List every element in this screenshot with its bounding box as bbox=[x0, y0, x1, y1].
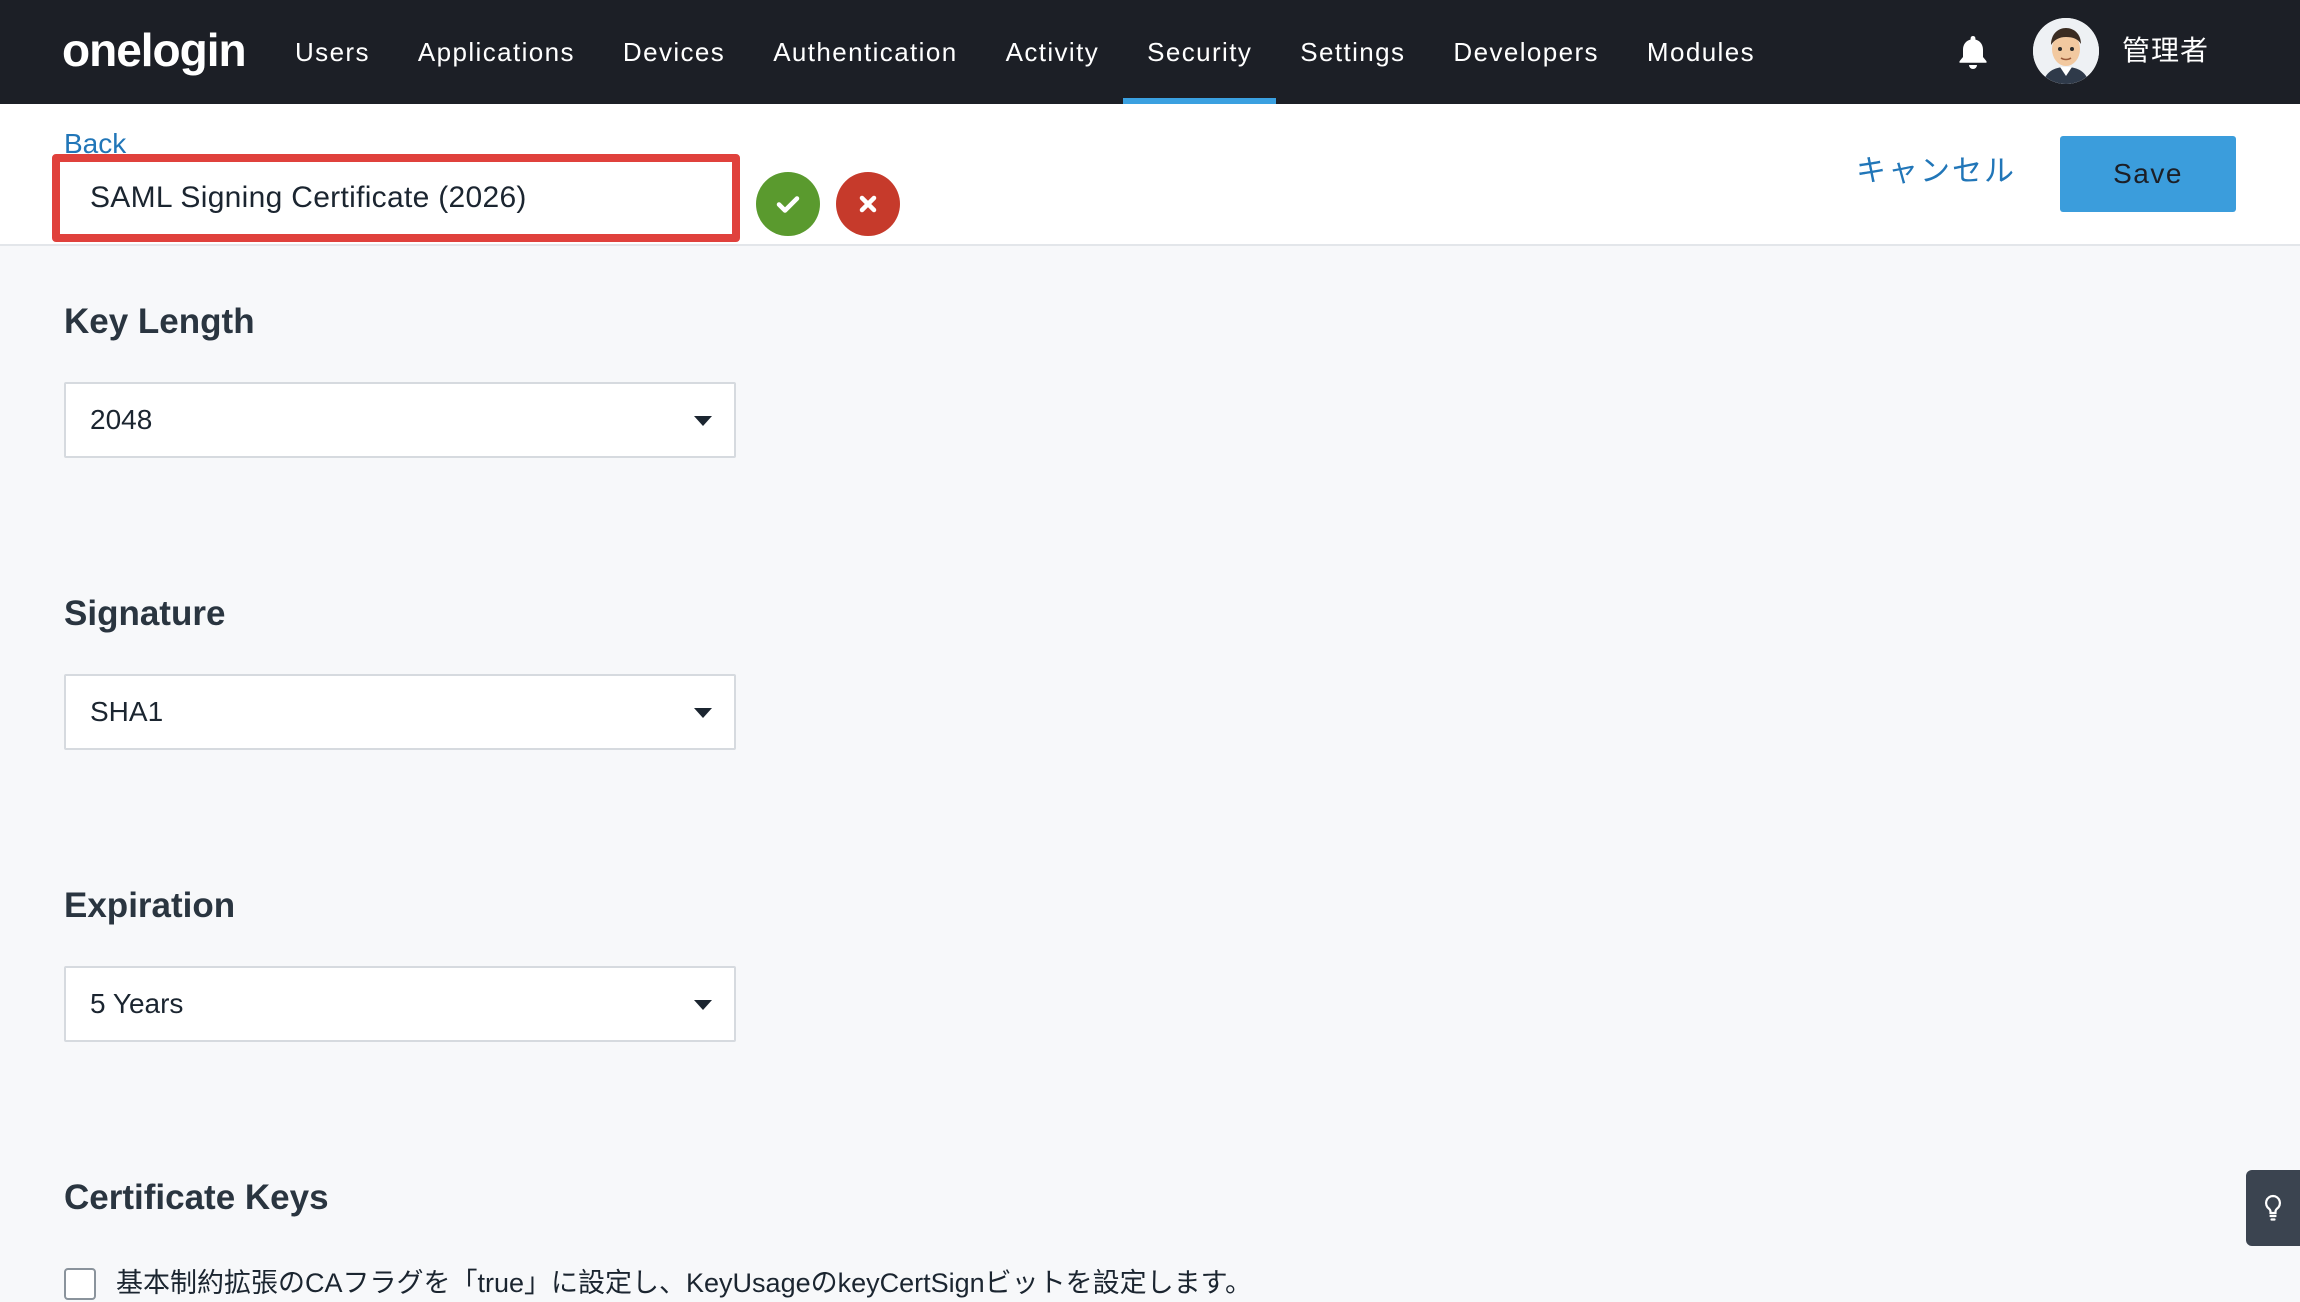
top-nav: onelogin Users Applications Devices Auth… bbox=[0, 0, 2300, 104]
check-icon bbox=[776, 196, 800, 213]
close-icon bbox=[859, 195, 877, 213]
nav-item-authentication[interactable]: Authentication bbox=[749, 0, 981, 104]
signature-title: Signature bbox=[64, 594, 226, 633]
nav-item-settings[interactable]: Settings bbox=[1276, 0, 1429, 104]
user-avatar[interactable] bbox=[2033, 18, 2099, 84]
nav-item-applications[interactable]: Applications bbox=[394, 0, 599, 104]
discard-name-button[interactable] bbox=[836, 172, 900, 236]
chevron-down-icon bbox=[694, 708, 712, 718]
certificate-name-input[interactable] bbox=[64, 166, 728, 230]
expiration-select[interactable]: 5 Years bbox=[64, 966, 736, 1042]
chevron-down-icon bbox=[694, 416, 712, 426]
ca-flag-label: 基本制約拡張のCAフラグを「true」に設定し、KeyUsageのkeyCert… bbox=[116, 1268, 1252, 1298]
key-length-title: Key Length bbox=[64, 302, 255, 341]
expiration-title: Expiration bbox=[64, 886, 236, 925]
key-length-select[interactable]: 2048 bbox=[64, 382, 736, 458]
bell-icon[interactable] bbox=[1957, 34, 1989, 70]
nav-item-security[interactable]: Security bbox=[1123, 0, 1277, 104]
chevron-down-icon bbox=[694, 1000, 712, 1010]
nav-item-modules[interactable]: Modules bbox=[1623, 0, 1779, 104]
save-button[interactable]: Save bbox=[2060, 136, 2236, 212]
main-menu: Users Applications Devices Authenticatio… bbox=[271, 0, 1779, 104]
key-length-value: 2048 bbox=[90, 404, 153, 435]
ca-flag-checkbox[interactable] bbox=[64, 1268, 96, 1300]
nav-item-devices[interactable]: Devices bbox=[599, 0, 749, 104]
nav-item-developers[interactable]: Developers bbox=[1429, 0, 1623, 104]
nav-item-users[interactable]: Users bbox=[271, 0, 394, 104]
help-tab[interactable] bbox=[2246, 1170, 2300, 1246]
nav-item-activity[interactable]: Activity bbox=[982, 0, 1124, 104]
certificate-keys-title: Certificate Keys bbox=[64, 1178, 329, 1217]
onelogin-logo[interactable]: onelogin bbox=[62, 18, 247, 82]
user-name[interactable]: 管理者 bbox=[2122, 30, 2209, 72]
expiration-value: 5 Years bbox=[90, 988, 184, 1019]
cancel-button[interactable]: キャンセル bbox=[1856, 150, 2016, 194]
signature-select[interactable]: SHA1 bbox=[64, 674, 736, 750]
lightbulb-icon bbox=[2264, 1194, 2282, 1221]
signature-value: SHA1 bbox=[90, 696, 164, 727]
confirm-name-button[interactable] bbox=[756, 172, 820, 236]
